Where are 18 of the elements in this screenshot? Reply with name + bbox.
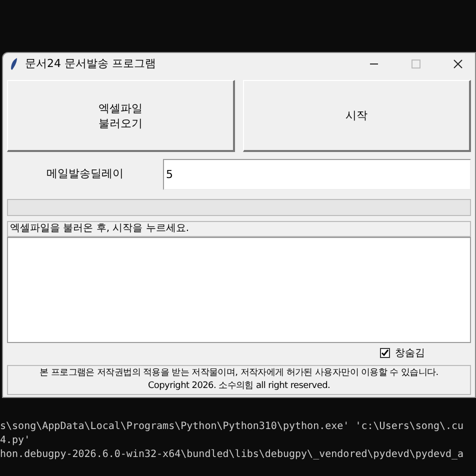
action-button[interactable]: 시작 — [243, 80, 471, 152]
footer-text: Copyright 2026. 소수의힘 all right reserved. — [148, 380, 330, 393]
maximize-icon — [411, 59, 421, 69]
window-title: 문서24 문서발송 프로그램 — [25, 56, 156, 72]
checkbox[interactable] — [380, 348, 390, 358]
terminal-line: s\song\AppData\Local\Programs\Python\Python310\python.exe' 'c:\Users\song\.cu — [0, 420, 465, 434]
check-icon — [381, 349, 389, 357]
close-icon[interactable] — [453, 59, 463, 69]
action-button[interactable]: 엑셀파일 불러오기 — [7, 80, 235, 152]
feather-icon — [9, 57, 19, 71]
delay-field[interactable]: 5 — [163, 159, 471, 190]
delay-label: 메일발송딜레이 — [46, 166, 124, 182]
footer-text: 본 프로그램은 저작권법의 적용을 받는 저작물이며, 저작자에게 허가된 사용자만이 이용할 수 있습니다. — [40, 367, 438, 380]
terminal-line: 4.py' — [0, 434, 32, 448]
log-area[interactable] — [7, 237, 471, 343]
terminal-line: hon.debugpy-2026.6.0-win32-x64\bundled\libs\debugpy\_vendored\pydevd\pydevd_a — [0, 448, 465, 462]
status-text: 엑셀파일을 불러온 후, 시작을 누르세요. — [10, 224, 190, 234]
checkbox-label: 창숨김 — [395, 346, 425, 360]
